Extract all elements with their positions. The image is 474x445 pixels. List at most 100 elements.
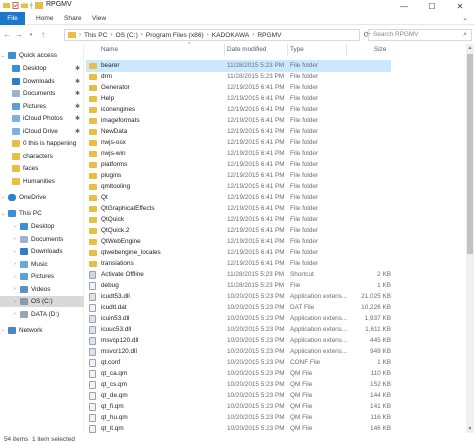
scroll-down-icon[interactable]: ▼ <box>466 425 474 433</box>
chevron-down-icon[interactable]: ⌄ <box>0 211 6 217</box>
column-size[interactable]: Size <box>374 44 386 56</box>
chevron-right-icon[interactable]: › <box>12 286 18 292</box>
status-bar: 54 items 1 item selected <box>0 433 474 445</box>
file-name: qtwebengine_locales <box>101 249 161 256</box>
crumb-this-pc[interactable]: This PC <box>84 32 107 39</box>
sidebar-item-label: DATA (D:) <box>31 310 60 318</box>
column-divider[interactable] <box>287 44 288 56</box>
tab-file[interactable]: File <box>0 12 25 25</box>
sidebar-item[interactable]: Humanities <box>0 176 84 187</box>
pin-icon[interactable]: ✱ <box>75 90 80 97</box>
file-name: icudtl.dat <box>101 304 127 311</box>
properties-icon[interactable] <box>12 2 19 9</box>
chevron-right-icon[interactable]: › <box>12 311 18 317</box>
file-date: 12/19/2015 6:41 PM <box>227 161 285 168</box>
title-bar: ▾ RPGMV — ☐ ✕ <box>0 0 474 12</box>
pin-icon[interactable]: ✱ <box>75 65 80 72</box>
folder-icon <box>12 152 20 160</box>
tab-share[interactable]: Share <box>58 12 88 25</box>
back-button[interactable]: ← <box>2 29 12 41</box>
file-date: 10/20/2015 5:23 PM <box>227 425 285 432</box>
chevron-right-icon[interactable]: › <box>12 299 18 305</box>
sidebar-item-label: characters <box>23 152 53 160</box>
sidebar-item[interactable]: Downloads ✱ <box>0 76 84 87</box>
sidebar-item[interactable]: › Music <box>0 259 84 270</box>
sidebar-item[interactable]: › Downloads <box>0 246 84 257</box>
chevron-right-icon[interactable]: › <box>12 224 18 230</box>
file-name: icuuc53.dll <box>101 326 132 333</box>
file-type: File folder <box>290 117 319 124</box>
pin-icon[interactable]: ✱ <box>75 78 80 85</box>
recent-locations-button[interactable]: ▾ <box>26 29 36 41</box>
sidebar-item[interactable]: faces <box>0 163 84 174</box>
crumb-rpgmv[interactable]: RPGMV <box>257 32 281 39</box>
file-date: 10/20/2015 5:23 PM <box>227 337 285 344</box>
scrollbar-thumb[interactable] <box>467 54 473 254</box>
nav-quick-access[interactable]: ⌄ Quick access <box>0 50 84 61</box>
column-divider[interactable] <box>346 44 347 56</box>
sidebar-item[interactable]: Desktop ✱ <box>0 63 84 74</box>
dll-file-icon <box>89 326 96 334</box>
pin-icon[interactable]: ✱ <box>75 128 80 135</box>
sidebar-item[interactable]: › DATA (D:) <box>0 309 84 320</box>
file-size: 2 KB <box>377 271 391 278</box>
sidebar-item[interactable]: iCloud Photos ✱ <box>0 113 84 124</box>
sidebar-item-label: Downloads <box>23 77 55 85</box>
crumb-program-files[interactable]: Program Files (x86) <box>146 32 204 39</box>
crumb-os-c[interactable]: OS (C:) <box>115 32 137 39</box>
music-icon <box>20 260 28 268</box>
file-size: 1 KB <box>377 282 391 289</box>
chevron-right-icon[interactable]: › <box>12 261 18 267</box>
breadcrumb[interactable]: › This PC › OS (C:) › Program Files (x86… <box>64 29 360 41</box>
nav-network[interactable]: › Network <box>0 325 84 336</box>
sidebar-item[interactable]: 0 this is happening <box>0 138 84 149</box>
file-type: Application extens... <box>290 348 348 355</box>
chevron-right-icon[interactable]: › <box>0 195 6 201</box>
sidebar-item[interactable]: Documents ✱ <box>0 88 84 99</box>
file-icon <box>89 414 96 422</box>
tab-home[interactable]: Home <box>30 12 60 25</box>
nav-onedrive[interactable]: › OneDrive <box>0 192 84 203</box>
sidebar-item[interactable]: › OS (C:) <box>0 296 84 307</box>
new-folder-icon[interactable] <box>21 2 28 9</box>
sidebar-item[interactable]: characters <box>0 151 84 162</box>
file-size: 110 KB <box>370 370 392 377</box>
file-size: 116 KB <box>370 414 392 421</box>
close-button[interactable]: ✕ <box>446 0 474 12</box>
chevron-right-icon[interactable]: › <box>12 274 18 280</box>
file-date: 12/19/2015 6:41 PM <box>227 205 285 212</box>
folder-icon <box>89 250 97 256</box>
scroll-up-icon[interactable]: ▲ <box>466 44 474 52</box>
file-name: bearer <box>101 62 120 69</box>
chevron-down-icon[interactable]: ⌄ <box>0 53 6 59</box>
sidebar-item[interactable]: › Desktop <box>0 221 84 232</box>
column-divider[interactable] <box>224 44 225 56</box>
column-type[interactable]: Type <box>290 44 304 56</box>
folder-icon <box>89 228 97 234</box>
pin-icon[interactable]: ✱ <box>75 115 80 122</box>
crumb-kadokawa[interactable]: KADOKAWA <box>212 32 250 39</box>
sidebar-item[interactable]: › Pictures <box>0 271 84 282</box>
file-name: msvcp120.dll <box>101 337 139 344</box>
nav-this-pc[interactable]: ⌄ This PC <box>0 208 84 219</box>
chevron-right-icon[interactable]: › <box>0 328 6 334</box>
column-name[interactable]: Name <box>101 44 118 56</box>
pin-icon[interactable]: ✱ <box>75 103 80 110</box>
sidebar-item[interactable]: › Documents <box>0 234 84 245</box>
sidebar-item[interactable]: iCloud Drive ✱ <box>0 126 84 137</box>
minimize-button[interactable]: — <box>390 0 418 12</box>
sidebar-item[interactable]: › Videos <box>0 284 84 295</box>
vertical-scrollbar[interactable]: ▲ ▼ <box>466 44 474 433</box>
sidebar-item-label: iCloud Drive <box>23 127 58 135</box>
maximize-button[interactable]: ☐ <box>418 0 446 12</box>
file-type: Application extens... <box>290 293 348 300</box>
tab-view[interactable]: View <box>86 12 112 25</box>
forward-button[interactable]: → <box>14 29 24 41</box>
expand-ribbon-icon[interactable]: ⌄ <box>462 14 468 22</box>
column-date[interactable]: Date modified <box>227 44 266 56</box>
search-input[interactable]: Search RPGMV ⌕ <box>368 29 472 41</box>
sidebar-item[interactable]: Pictures ✱ <box>0 101 84 112</box>
chevron-right-icon[interactable]: › <box>12 249 18 255</box>
chevron-right-icon[interactable]: › <box>12 236 18 242</box>
up-button[interactable]: ↑ <box>38 29 48 41</box>
